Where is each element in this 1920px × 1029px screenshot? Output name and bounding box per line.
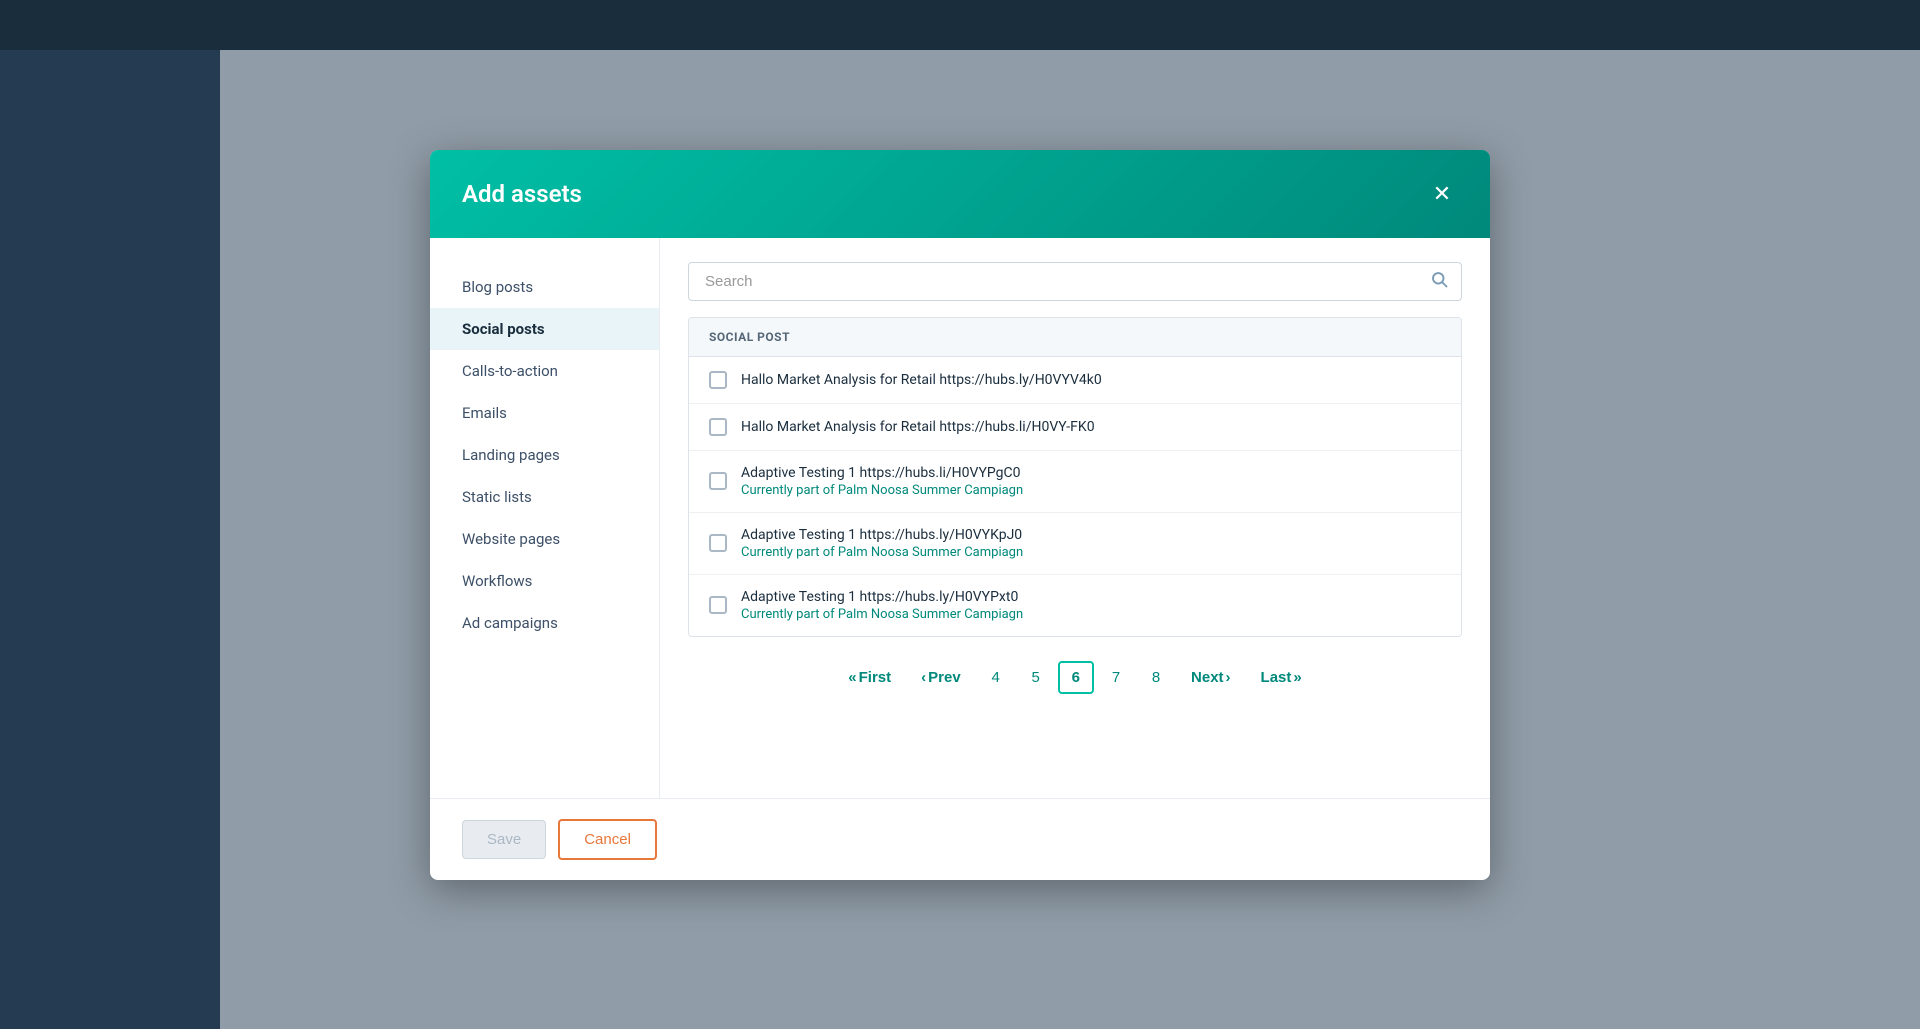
pagination-last-button[interactable]: Last »	[1248, 662, 1315, 693]
pagination-page-8[interactable]: 8	[1138, 662, 1174, 693]
sidebar-item-website-pages[interactable]: Website pages	[430, 518, 659, 560]
sidebar-item-static-lists[interactable]: Static lists	[430, 476, 659, 518]
modal-footer: Save Cancel	[430, 798, 1490, 880]
pagination-page-6[interactable]: 6	[1058, 661, 1094, 694]
row-title-3: Adaptive Testing 1 https://hubs.li/H0VYP…	[741, 465, 1441, 481]
pagination-page-5[interactable]: 5	[1018, 662, 1054, 693]
row-text-2: Hallo Market Analysis for Retail https:/…	[741, 419, 1441, 435]
row-title-2: Hallo Market Analysis for Retail https:/…	[741, 419, 1441, 435]
next-chevron-icon: ›	[1226, 669, 1231, 686]
table-row: Adaptive Testing 1 https://hubs.ly/H0VYK…	[689, 513, 1461, 575]
page-8-label: 8	[1152, 669, 1160, 686]
search-icon	[1430, 270, 1448, 292]
sidebar-item-social-posts[interactable]: Social posts	[430, 308, 659, 350]
row-text-3: Adaptive Testing 1 https://hubs.li/H0VYP…	[741, 465, 1441, 498]
modal-overlay: Add assets ✕ Blog posts Social posts Cal…	[0, 0, 1920, 1029]
table-row: Hallo Market Analysis for Retail https:/…	[689, 404, 1461, 451]
pagination-first-button[interactable]: « First	[835, 662, 904, 693]
search-input[interactable]	[688, 262, 1462, 301]
pagination-next-button[interactable]: Next ›	[1178, 662, 1244, 693]
row-checkbox-5[interactable]	[709, 596, 727, 614]
row-subtitle-5: Currently part of Palm Noosa Summer Camp…	[741, 607, 1441, 622]
page-7-label: 7	[1112, 669, 1120, 686]
sidebar-item-emails[interactable]: Emails	[430, 392, 659, 434]
first-double-chevron-icon: «	[848, 669, 856, 686]
last-double-chevron-icon: »	[1293, 669, 1301, 686]
pagination-page-4[interactable]: 4	[978, 662, 1014, 693]
table-row: Hallo Market Analysis for Retail https:/…	[689, 357, 1461, 404]
main-content: SOCIAL POST Hallo Market Analysis for Re…	[660, 238, 1490, 798]
pagination: « First ‹ Prev 4 5 6	[688, 653, 1462, 702]
row-subtitle-4: Currently part of Palm Noosa Summer Camp…	[741, 545, 1441, 560]
row-text-5: Adaptive Testing 1 https://hubs.ly/H0VYP…	[741, 589, 1441, 622]
row-subtitle-3: Currently part of Palm Noosa Summer Camp…	[741, 483, 1441, 498]
page-4-label: 4	[992, 669, 1000, 686]
row-checkbox-2[interactable]	[709, 418, 727, 436]
table-row: Adaptive Testing 1 https://hubs.ly/H0VYP…	[689, 575, 1461, 636]
page-6-label: 6	[1072, 669, 1080, 686]
close-icon: ✕	[1433, 183, 1451, 205]
save-button[interactable]: Save	[462, 820, 546, 859]
modal-title: Add assets	[462, 180, 582, 208]
cancel-button[interactable]: Cancel	[558, 819, 657, 860]
row-checkbox-4[interactable]	[709, 534, 727, 552]
prev-chevron-icon: ‹	[921, 669, 926, 686]
close-button[interactable]: ✕	[1426, 178, 1458, 210]
row-checkbox-3[interactable]	[709, 472, 727, 490]
pagination-page-7[interactable]: 7	[1098, 662, 1134, 693]
table-container: SOCIAL POST Hallo Market Analysis for Re…	[688, 317, 1462, 637]
sidebar-item-landing-pages[interactable]: Landing pages	[430, 434, 659, 476]
table-row: Adaptive Testing 1 https://hubs.li/H0VYP…	[689, 451, 1461, 513]
row-text-4: Adaptive Testing 1 https://hubs.ly/H0VYK…	[741, 527, 1441, 560]
page-5-label: 5	[1032, 669, 1040, 686]
sidebar-item-blog-posts[interactable]: Blog posts	[430, 266, 659, 308]
modal-header: Add assets ✕	[430, 150, 1490, 238]
sidebar-item-ad-campaigns[interactable]: Ad campaigns	[430, 602, 659, 644]
sidebar-item-calls-to-action[interactable]: Calls-to-action	[430, 350, 659, 392]
modal: Add assets ✕ Blog posts Social posts Cal…	[430, 150, 1490, 880]
table-header: SOCIAL POST	[689, 318, 1461, 357]
sidebar-item-workflows[interactable]: Workflows	[430, 560, 659, 602]
last-label: Last	[1261, 669, 1292, 686]
row-title-1: Hallo Market Analysis for Retail https:/…	[741, 372, 1441, 388]
prev-label: Prev	[928, 669, 961, 686]
row-title-4: Adaptive Testing 1 https://hubs.ly/H0VYK…	[741, 527, 1441, 543]
pagination-prev-button[interactable]: ‹ Prev	[908, 662, 974, 693]
sidebar: Blog posts Social posts Calls-to-action …	[430, 238, 660, 798]
row-text-1: Hallo Market Analysis for Retail https:/…	[741, 372, 1441, 388]
row-checkbox-1[interactable]	[709, 371, 727, 389]
row-title-5: Adaptive Testing 1 https://hubs.ly/H0VYP…	[741, 589, 1441, 605]
search-container	[688, 262, 1462, 301]
modal-body: Blog posts Social posts Calls-to-action …	[430, 238, 1490, 798]
next-label: Next	[1191, 669, 1224, 686]
first-label: First	[859, 669, 892, 686]
